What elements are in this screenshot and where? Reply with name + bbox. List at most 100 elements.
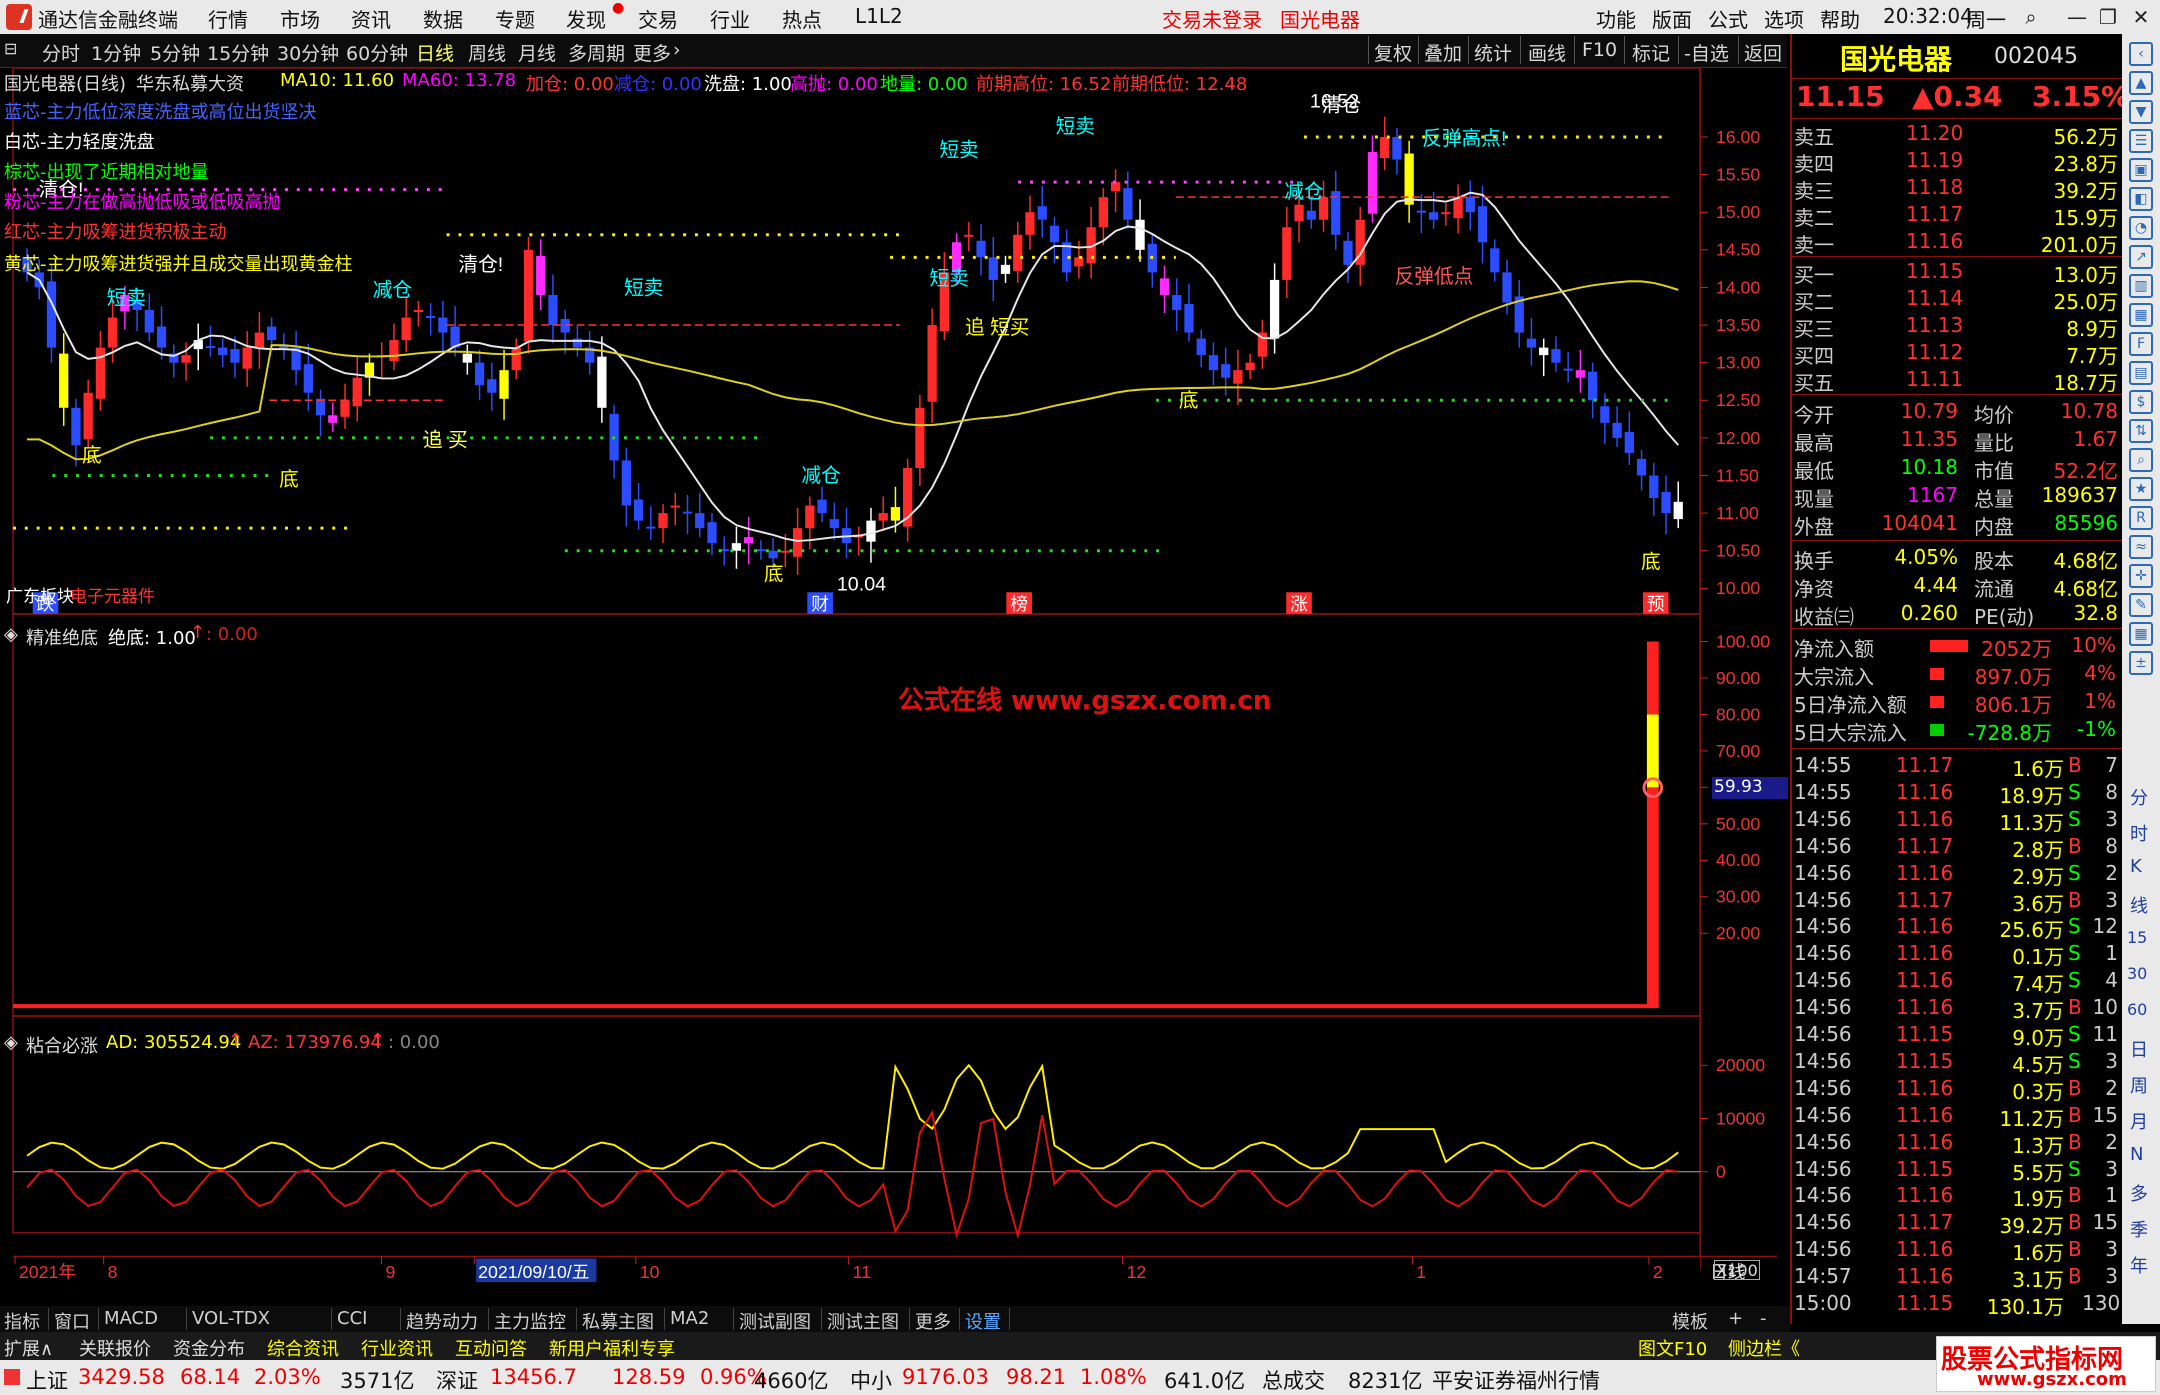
down-icon[interactable]: ▼ bbox=[2129, 100, 2153, 124]
minimize-icon[interactable]: — bbox=[2062, 2, 2092, 32]
period-fenshi[interactable]: 分时 bbox=[42, 39, 80, 66]
pie-icon[interactable]: ◔ bbox=[2129, 216, 2153, 240]
period-30min[interactable]: 30分钟 bbox=[277, 39, 339, 66]
ext-f10[interactable]: 图文F10 bbox=[1638, 1335, 1707, 1361]
sidebar-period-13[interactable]: 年 bbox=[2130, 1252, 2148, 1278]
sidebar-period-3[interactable]: 线 bbox=[2130, 892, 2148, 918]
indicator-tab-2[interactable]: MACD bbox=[104, 1308, 158, 1329]
template-control-2[interactable]: - bbox=[1760, 1308, 1767, 1329]
subblock-label[interactable]: 电子元器件 bbox=[70, 582, 155, 607]
sidebar-period-8[interactable]: 周 bbox=[2130, 1072, 2148, 1098]
menu-hangqing[interactable]: 行情 bbox=[208, 4, 248, 33]
menu-xuanxiang[interactable]: 选项 bbox=[1764, 4, 1804, 33]
chart-icon[interactable]: ▣ bbox=[2129, 158, 2153, 182]
sidebar-period-0[interactable]: 分 bbox=[2130, 784, 2148, 810]
period-5min[interactable]: 5分钟 bbox=[150, 39, 200, 66]
rank-icon[interactable]: ★ bbox=[2129, 477, 2153, 501]
indicator-tab-11[interactable]: 更多 bbox=[915, 1308, 951, 1334]
menu-hangye[interactable]: 行业 bbox=[710, 4, 750, 33]
panel2-title[interactable]: 精准绝底 bbox=[26, 624, 98, 650]
ext-tab-5[interactable]: 互动问答 bbox=[455, 1335, 527, 1361]
template-control-0[interactable]: 模板 bbox=[1672, 1308, 1708, 1334]
menu-l1l2[interactable]: L1L2 bbox=[855, 4, 903, 28]
ext-tab-1[interactable]: 关联报价 bbox=[79, 1335, 151, 1361]
draw-icon[interactable]: ✎ bbox=[2129, 593, 2153, 617]
menu-faxian[interactable]: 发现 bbox=[566, 4, 606, 33]
tool-biaoji[interactable]: 标记 bbox=[1632, 39, 1670, 66]
sidebar-period-4[interactable]: 15 bbox=[2127, 928, 2147, 947]
ext-tab-4[interactable]: 行业资讯 bbox=[361, 1335, 433, 1361]
stats-icon[interactable]: ◧ bbox=[2129, 187, 2153, 211]
menu-gongshi[interactable]: 公式 bbox=[1708, 4, 1748, 33]
panel3-title[interactable]: 粘合必涨 bbox=[26, 1032, 98, 1058]
f10-icon[interactable]: F bbox=[2129, 332, 2153, 356]
indicator-tab-6[interactable]: 主力监控 bbox=[494, 1308, 566, 1334]
indicator-tab-12[interactable]: 设置 bbox=[965, 1308, 1001, 1334]
search-icon[interactable]: ⌕ bbox=[2016, 2, 2046, 32]
ext-tab-2[interactable]: 资金分布 bbox=[173, 1335, 245, 1361]
menu-gongneng[interactable]: 功能 bbox=[1596, 4, 1636, 33]
menu-banmian[interactable]: 版面 bbox=[1652, 4, 1692, 33]
search-icon[interactable]: ⌕ bbox=[2129, 448, 2153, 472]
period-15min[interactable]: 15分钟 bbox=[207, 39, 269, 66]
restore-icon[interactable]: ❐ bbox=[2093, 2, 2123, 32]
period-multi[interactable]: 多周期 bbox=[568, 39, 625, 66]
sort-icon[interactable]: ⇅ bbox=[2129, 419, 2153, 443]
template-control-1[interactable]: + bbox=[1728, 1308, 1743, 1329]
indicator-tab-10[interactable]: 测试主图 bbox=[827, 1308, 899, 1334]
sidebar-period-2[interactable]: K bbox=[2130, 856, 2142, 877]
period-weekly[interactable]: 周线 bbox=[468, 39, 506, 66]
ext-sidebar[interactable]: 侧边栏《 bbox=[1728, 1335, 1800, 1361]
tool-fuquan[interactable]: 复权 bbox=[1374, 39, 1412, 66]
trend-icon[interactable]: ↗ bbox=[2129, 245, 2153, 269]
rsi-icon[interactable]: R bbox=[2129, 506, 2153, 530]
sidebar-period-10[interactable]: N bbox=[2130, 1144, 2143, 1165]
candle-icon[interactable]: ▥ bbox=[2129, 274, 2153, 298]
chevron-right-icon[interactable]: › bbox=[673, 39, 681, 61]
indicator-tab-4[interactable]: CCI bbox=[337, 1308, 367, 1329]
sidebar-period-12[interactable]: 季 bbox=[2130, 1216, 2148, 1242]
sidebar-period-6[interactable]: 60 bbox=[2127, 1000, 2147, 1019]
up-icon[interactable]: ▲ bbox=[2129, 71, 2153, 95]
panel2-collapse-icon[interactable]: ◈ bbox=[4, 624, 18, 645]
menu-shichang[interactable]: 市场 bbox=[280, 4, 320, 33]
menu-redian[interactable]: 热点 bbox=[782, 4, 822, 33]
table-icon[interactable]: ▦ bbox=[2129, 303, 2153, 327]
menu-zixun[interactable]: 资讯 bbox=[351, 4, 391, 33]
sidebar-period-7[interactable]: 日 bbox=[2130, 1036, 2148, 1062]
zoom-icon[interactable]: ± bbox=[2129, 651, 2153, 675]
tool-f10[interactable]: F10 bbox=[1582, 39, 1617, 61]
tool-huaxian[interactable]: 画线 bbox=[1528, 39, 1566, 66]
indicator-tab-7[interactable]: 私募主图 bbox=[582, 1308, 654, 1334]
ext-tab-0[interactable]: 扩展∧ bbox=[4, 1335, 53, 1361]
ext-tab-3[interactable]: 综合资讯 bbox=[267, 1335, 339, 1361]
indicator-tab-8[interactable]: MA2 bbox=[670, 1308, 709, 1329]
close-icon[interactable]: ✕ bbox=[2126, 2, 2156, 32]
sidebar-period-11[interactable]: 多 bbox=[2130, 1180, 2148, 1206]
sidebar-period-5[interactable]: 30 bbox=[2127, 964, 2147, 983]
indicator-tab-0[interactable]: 指标 bbox=[4, 1308, 40, 1334]
menu-zhuanti[interactable]: 专题 bbox=[495, 4, 535, 33]
layout-icon[interactable]: ▤ bbox=[2129, 361, 2153, 385]
indicator-tab-9[interactable]: 测试副图 bbox=[739, 1308, 811, 1334]
chart-indicator-name[interactable]: 华东私募大资 bbox=[136, 70, 244, 96]
tool-diejia[interactable]: 叠加 bbox=[1424, 39, 1462, 66]
indicator-tab-1[interactable]: 窗口 bbox=[54, 1308, 90, 1334]
menu-shuju[interactable]: 数据 bbox=[423, 4, 463, 33]
panel3-collapse-icon[interactable]: ◈ bbox=[4, 1032, 18, 1053]
block-label[interactable]: 广东板块 bbox=[6, 582, 74, 607]
sidebar-period-9[interactable]: 月 bbox=[2130, 1108, 2148, 1134]
indicator-tab-5[interactable]: 趋势动力 bbox=[406, 1308, 478, 1334]
period-1min[interactable]: 1分钟 bbox=[91, 39, 141, 66]
tool-tongji[interactable]: 统计 bbox=[1474, 39, 1512, 66]
period-60min[interactable]: 60分钟 bbox=[346, 39, 408, 66]
menu-bangzhu[interactable]: 帮助 bbox=[1820, 4, 1860, 33]
tool-zixuan[interactable]: -自选 bbox=[1684, 39, 1729, 66]
period-monthly[interactable]: 月线 bbox=[518, 39, 556, 66]
list-icon[interactable]: ☰ bbox=[2129, 129, 2153, 153]
period-daily[interactable]: 日线 bbox=[416, 39, 454, 66]
tool-fanhui[interactable]: 返回 bbox=[1744, 39, 1782, 66]
fund-icon[interactable]: $ bbox=[2129, 390, 2153, 414]
indicator-tab-3[interactable]: VOL-TDX bbox=[192, 1308, 270, 1329]
cross-icon[interactable]: ✛ bbox=[2129, 564, 2153, 588]
